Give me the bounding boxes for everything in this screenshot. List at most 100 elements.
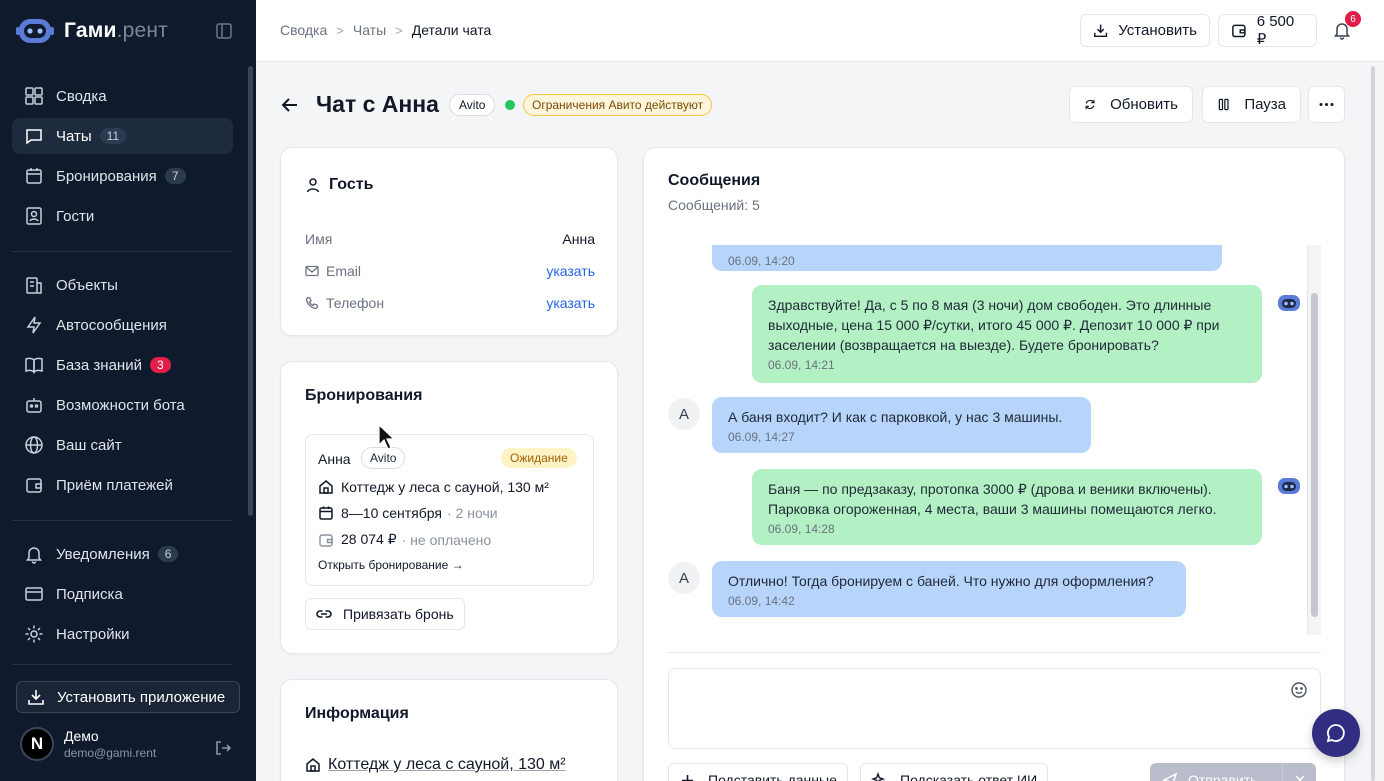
bind-booking-label: Привязать бронь [343, 606, 454, 622]
user-profile[interactable]: N Демо demo@gami.rent [20, 727, 156, 761]
logout-icon[interactable] [214, 739, 232, 757]
message-text: Отлично! Тогда бронируем с баней. Что ну… [728, 573, 1154, 589]
breadcrumb-chats[interactable]: Чаты [353, 22, 386, 38]
sidebar-item-bot-features[interactable]: Возможности бота [12, 387, 233, 423]
emoji-icon[interactable] [1290, 681, 1308, 699]
property-link[interactable]: Коттедж у леса с сауной, 130 м² [305, 756, 566, 774]
sidebar-item-settings[interactable]: Настройки [12, 616, 233, 652]
sidebar-item-label: Настройки [56, 625, 130, 643]
breadcrumb-dashboard[interactable]: Сводка [280, 22, 327, 38]
sidebar-item-guests[interactable]: Гости [12, 198, 233, 234]
brand[interactable]: Гами.рент [16, 14, 168, 48]
back-arrow-icon[interactable] [280, 95, 300, 115]
gear-icon [25, 625, 43, 643]
robot-icon [26, 398, 42, 413]
guests-icon [26, 207, 42, 225]
top-bar: Сводка > Чаты > Детали чата Установить 6… [256, 0, 1384, 62]
user-icon [306, 178, 320, 193]
user-name: Демо [64, 728, 99, 744]
chat-scrollbar[interactable] [1307, 245, 1321, 635]
guest-phone-label: Телефон [326, 295, 385, 311]
add-email-link[interactable]: указать [546, 263, 595, 279]
count-badge: 3 [149, 357, 171, 373]
sidebar-item-payments[interactable]: Приём платежей [12, 467, 233, 503]
booking-dates: 8—10 сентября · 2 ночи [318, 505, 498, 521]
install-app-button[interactable]: Установить приложение [16, 681, 240, 713]
sidebar-item-label: Уведомления [56, 545, 150, 563]
message-outgoing: Баня — по предзаказу, протопка 3000 ₽ (д… [752, 469, 1262, 545]
more-button[interactable] [1308, 86, 1345, 123]
download-icon [28, 690, 44, 705]
pause-button[interactable]: Пауза [1202, 86, 1301, 123]
send-label: Отправить [1188, 772, 1258, 781]
close-icon [1294, 775, 1305, 781]
bind-booking-button[interactable]: Привязать бронь [305, 598, 465, 630]
sidebar-item-chats[interactable]: Чаты 11 [12, 118, 233, 154]
building-icon [26, 277, 42, 294]
wallet-icon [1232, 24, 1246, 38]
bookings-title: Бронирования [305, 387, 423, 404]
message-incoming: 06.09, 14:20 [712, 245, 1222, 271]
refresh-button[interactable]: Обновить [1069, 86, 1193, 123]
messages-title: Сообщения [668, 172, 761, 189]
sidebar-item-notifications[interactable]: Уведомления 6 [12, 536, 233, 572]
status-dot [505, 100, 515, 110]
lightning-icon [26, 316, 42, 334]
info-title: Информация [305, 705, 409, 722]
booking-status-badge: Ожидание [501, 448, 577, 468]
sidebar-item-label: Сводка [56, 87, 107, 105]
bell-icon [26, 547, 42, 564]
sidebar-item-knowledge-base[interactable]: База знаний 3 [12, 347, 233, 383]
message-incoming: Отлично! Тогда бронируем с баней. Что ну… [712, 561, 1186, 617]
fill-data-button[interactable]: Подставить данные [668, 763, 848, 781]
sidebar-item-label: Бронирования [56, 167, 157, 185]
count-badge: 11 [99, 128, 127, 144]
mouse-cursor-icon [378, 424, 396, 450]
balance-value: 6 500 ₽ [1256, 13, 1295, 48]
booking-guest: Анна [318, 451, 351, 467]
calendar-icon [319, 506, 333, 520]
ai-suggest-button[interactable]: Подсказать ответ ИИ [860, 763, 1049, 781]
message-incoming: А баня входит? И как с парковкой, у нас … [712, 397, 1091, 453]
sidebar-item-label: Возможности бота [56, 396, 185, 414]
message-text: А баня входит? И как с парковкой, у нас … [728, 409, 1063, 425]
chat-bubble-icon [1326, 724, 1345, 743]
book-icon [25, 357, 43, 374]
send-button[interactable]: Отправить [1150, 763, 1316, 781]
guest-name-label: Имя [305, 231, 333, 247]
fill-data-label: Подставить данные [708, 772, 837, 781]
sidebar-collapse-icon[interactable] [215, 22, 233, 40]
send-options-button[interactable] [1282, 763, 1316, 781]
message-time: 06.09, 14:20 [728, 254, 795, 268]
balance-button[interactable]: 6 500 ₽ [1218, 13, 1317, 48]
user-email: demo@gami.rent [64, 746, 157, 760]
sidebar-item-dashboard[interactable]: Сводка [12, 78, 233, 114]
support-chat-button[interactable] [1312, 709, 1360, 757]
message-time: 06.09, 14:42 [728, 594, 795, 608]
message-list[interactable]: 06.09, 14:20 Здравствуйте! Да, с 5 по 8 … [668, 245, 1321, 635]
avatar: N [20, 727, 54, 761]
sidebar-item-automessages[interactable]: Автосообщения [12, 307, 233, 343]
install-label: Установить [1118, 22, 1197, 39]
bot-avatar-icon [1278, 295, 1300, 311]
booking-item[interactable]: Анна Avito Ожидание Коттедж у леса с сау… [305, 434, 594, 586]
open-booking-link[interactable]: Открыть бронирование → [318, 558, 464, 572]
sidebar-nav-main: Сводка Чаты 11 Бронирования 7 Гости [12, 78, 233, 238]
install-button[interactable]: Установить [1080, 14, 1210, 47]
add-phone-link[interactable]: указать [546, 295, 595, 311]
sidebar-item-bookings[interactable]: Бронирования 7 [12, 158, 233, 194]
bot-avatar-icon [1278, 478, 1300, 494]
breadcrumb-current: Детали чата [411, 22, 492, 38]
page-scrollbar[interactable] [1370, 66, 1376, 781]
sidebar-item-properties[interactable]: Объекты [12, 267, 233, 303]
ai-suggest-label: Подсказать ответ ИИ [900, 772, 1038, 781]
sidebar-scrollbar[interactable] [248, 66, 253, 516]
sidebar-item-website[interactable]: Ваш сайт [12, 427, 233, 463]
sidebar-item-label: Ваш сайт [56, 436, 122, 454]
message-input[interactable] [668, 668, 1321, 749]
dashboard-icon [25, 87, 43, 105]
bookings-card: Бронирования Анна Avito Ожидание Коттедж… [280, 361, 618, 654]
message-time: 06.09, 14:21 [768, 358, 835, 372]
guest-avatar: А [668, 398, 700, 430]
sidebar-item-subscription[interactable]: Подписка [12, 576, 233, 612]
